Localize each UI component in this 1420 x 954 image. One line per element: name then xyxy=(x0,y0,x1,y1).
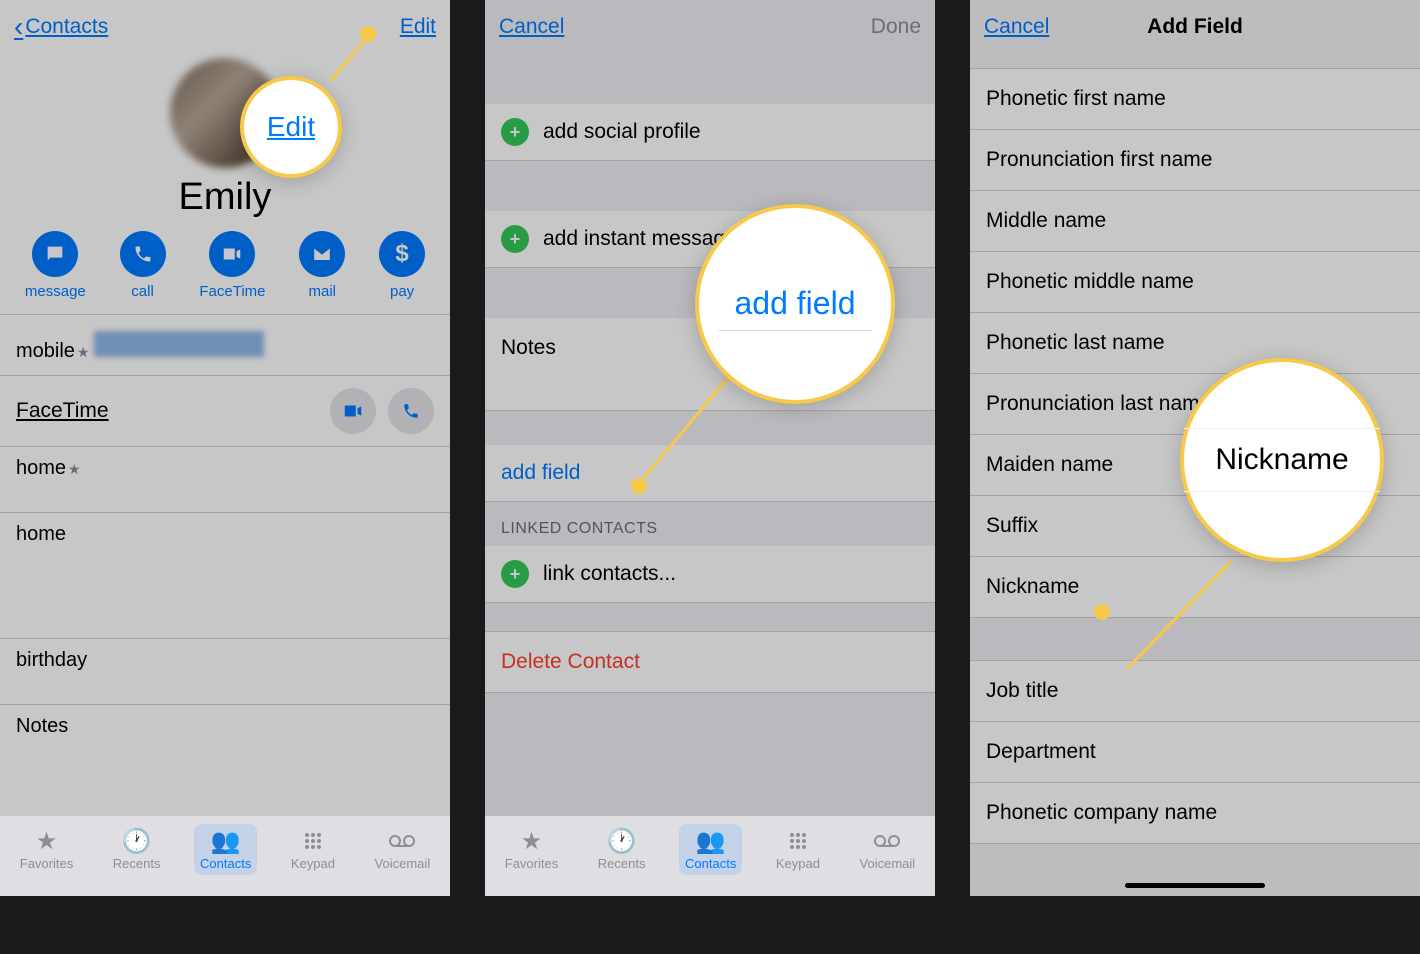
back-button[interactable]: ‹ Contacts xyxy=(14,11,108,43)
star-icon: ★ xyxy=(68,461,81,477)
cancel-button[interactable]: Cancel xyxy=(499,15,564,39)
tab-voicemail[interactable]: Voicemail xyxy=(369,824,437,875)
callout-anchor-dot xyxy=(631,478,647,494)
tab-contacts[interactable]: 👥Contacts xyxy=(194,824,257,875)
tab-keypad[interactable]: Keypad xyxy=(285,824,341,875)
callout-edit: Edit xyxy=(240,76,342,178)
edit-button[interactable]: Edit xyxy=(400,15,436,39)
notes-section[interactable]: Notes xyxy=(0,704,450,750)
facetime-button[interactable]: FaceTime xyxy=(199,231,265,300)
chevron-left-icon: ‹ xyxy=(14,11,23,43)
plus-icon: + xyxy=(501,560,529,588)
plus-icon: + xyxy=(501,225,529,253)
back-label: Contacts xyxy=(25,15,108,39)
action-row: message call FaceTime mail $ pay xyxy=(0,219,450,314)
voicemail-icon xyxy=(387,828,417,854)
phone-icon xyxy=(120,231,166,277)
tab-favorites[interactable]: ★Favorites xyxy=(499,824,564,875)
star-icon: ★ xyxy=(36,828,58,854)
facetime-video-button[interactable] xyxy=(330,388,376,434)
callout-anchor-dot xyxy=(1094,604,1110,620)
add-field-button[interactable]: add field xyxy=(485,445,935,502)
nav-title: Add Field xyxy=(1147,15,1243,39)
linked-contacts-header: LINKED CONTACTS xyxy=(485,502,935,546)
home-address-section[interactable]: home xyxy=(0,512,450,638)
tab-keypad[interactable]: Keypad xyxy=(770,824,826,875)
contacts-icon: 👥 xyxy=(211,828,241,854)
callout-add-field: add field xyxy=(695,204,895,404)
dollar-icon: $ xyxy=(379,231,425,277)
keypad-icon xyxy=(301,828,325,854)
callout-anchor-dot xyxy=(360,26,376,42)
field-option[interactable]: Phonetic middle name xyxy=(970,252,1420,313)
mobile-section[interactable]: mobile★ xyxy=(0,314,450,375)
birthday-section[interactable]: birthday xyxy=(0,638,450,704)
facetime-label: FaceTime xyxy=(16,399,109,423)
callout-nickname: Nickname xyxy=(1180,358,1384,562)
cancel-button[interactable]: Cancel xyxy=(984,15,1049,39)
contact-name: Emily xyxy=(179,176,272,219)
field-option[interactable]: Middle name xyxy=(970,191,1420,252)
link-contacts-row[interactable]: + link contacts... xyxy=(485,546,935,603)
field-option[interactable]: Phonetic last name xyxy=(970,313,1420,374)
pay-button[interactable]: $ pay xyxy=(379,231,425,300)
edit-contact-screen: Cancel Done + add social profile + add i… xyxy=(485,0,935,896)
home-email-section[interactable]: home★ xyxy=(0,446,450,512)
mail-button[interactable]: mail xyxy=(299,231,345,300)
message-icon xyxy=(32,231,78,277)
facetime-audio-button[interactable] xyxy=(388,388,434,434)
field-option[interactable]: Job title xyxy=(970,660,1420,722)
tabbar: ★Favorites 🕐Recents 👥Contacts Keypad Voi… xyxy=(0,816,450,896)
navbar: Cancel Add Field xyxy=(970,0,1420,54)
field-option-nickname[interactable]: Nickname xyxy=(970,557,1420,618)
contacts-icon: 👥 xyxy=(696,828,726,854)
plus-icon: + xyxy=(501,118,529,146)
add-field-screen: Cancel Add Field Phonetic first name Pro… xyxy=(970,0,1420,896)
star-icon: ★ xyxy=(77,344,90,360)
voicemail-icon xyxy=(872,828,902,854)
done-button[interactable]: Done xyxy=(871,15,921,39)
clock-icon: 🕐 xyxy=(122,828,152,854)
tab-favorites[interactable]: ★Favorites xyxy=(14,824,79,875)
contact-header: Emily xyxy=(0,54,450,219)
tabbar: ★Favorites 🕐Recents 👥Contacts Keypad Voi… xyxy=(485,816,935,896)
facetime-row: FaceTime xyxy=(0,375,450,446)
field-option[interactable]: Pronunciation first name xyxy=(970,130,1420,191)
call-button[interactable]: call xyxy=(120,231,166,300)
star-icon: ★ xyxy=(521,828,543,854)
tab-voicemail[interactable]: Voicemail xyxy=(854,824,922,875)
delete-contact-button[interactable]: Delete Contact xyxy=(485,631,935,693)
keypad-icon xyxy=(786,828,810,854)
navbar: Cancel Done xyxy=(485,0,935,54)
video-icon xyxy=(209,231,255,277)
field-option[interactable]: Phonetic company name xyxy=(970,783,1420,844)
tab-contacts[interactable]: 👥Contacts xyxy=(679,824,742,875)
contact-detail-screen: ‹ Contacts Edit Emily message call FaceT… xyxy=(0,0,450,896)
mail-icon xyxy=(299,231,345,277)
field-option[interactable]: Department xyxy=(970,722,1420,783)
clock-icon: 🕐 xyxy=(607,828,637,854)
navbar: ‹ Contacts Edit xyxy=(0,0,450,54)
field-option[interactable]: Phonetic first name xyxy=(970,68,1420,130)
tab-recents[interactable]: 🕐Recents xyxy=(107,824,167,875)
message-button[interactable]: message xyxy=(25,231,86,300)
phone-number-redacted xyxy=(94,331,264,357)
tab-recents[interactable]: 🕐Recents xyxy=(592,824,652,875)
add-social-profile-row[interactable]: + add social profile xyxy=(485,104,935,161)
